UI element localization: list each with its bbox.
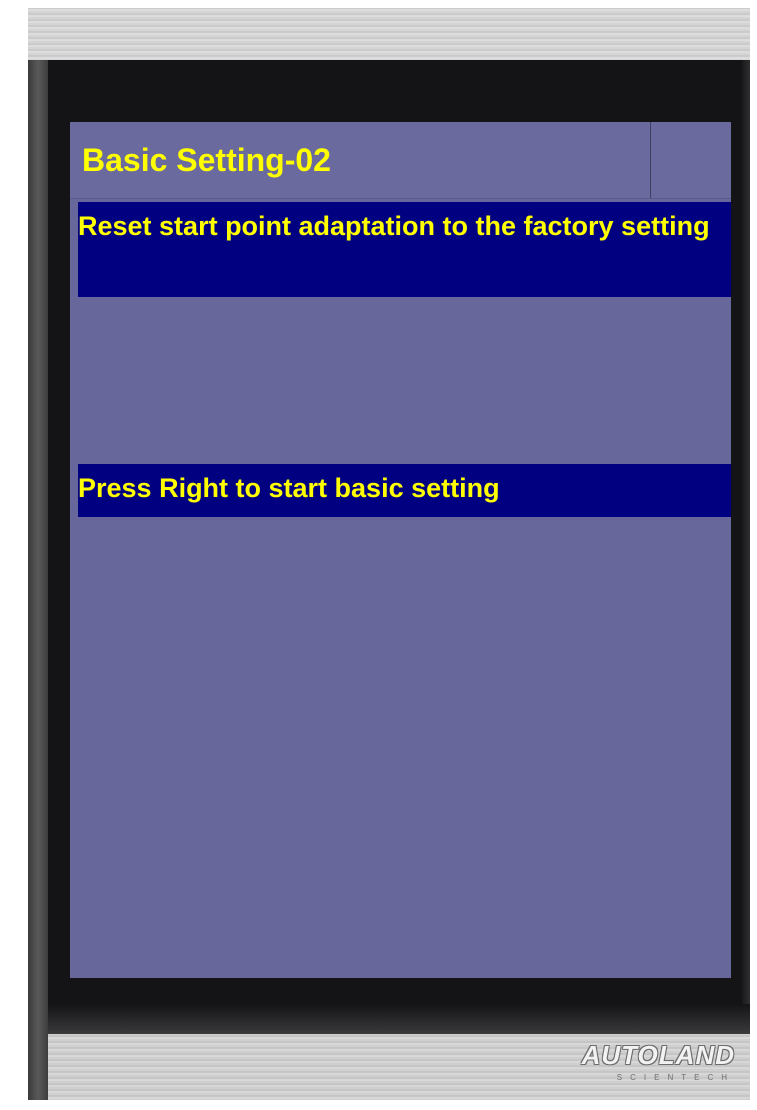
- page-title: Basic Setting-02: [82, 142, 331, 178]
- message-reset-adaptation: Reset start point adaptation to the fact…: [78, 202, 731, 297]
- message-press-right: Press Right to start basic setting: [78, 464, 731, 517]
- device-bezel-left: [28, 8, 48, 1100]
- device-screen: Basic Setting-02 Reset start point adapt…: [70, 122, 731, 978]
- device-top-panel: [28, 8, 750, 60]
- screen-bottom-edge: [48, 1004, 750, 1034]
- title-side-panel: [651, 122, 731, 198]
- brand-logo-text: AUTOLAND: [581, 1040, 735, 1070]
- brand-logo: AUTOLAND SCIENTECH: [582, 1040, 735, 1082]
- title-bar: Basic Setting-02: [70, 122, 731, 199]
- brand-logo-subtext: SCIENTECH: [616, 1073, 735, 1082]
- diagnostic-device: Basic Setting-02 Reset start point adapt…: [0, 0, 757, 1110]
